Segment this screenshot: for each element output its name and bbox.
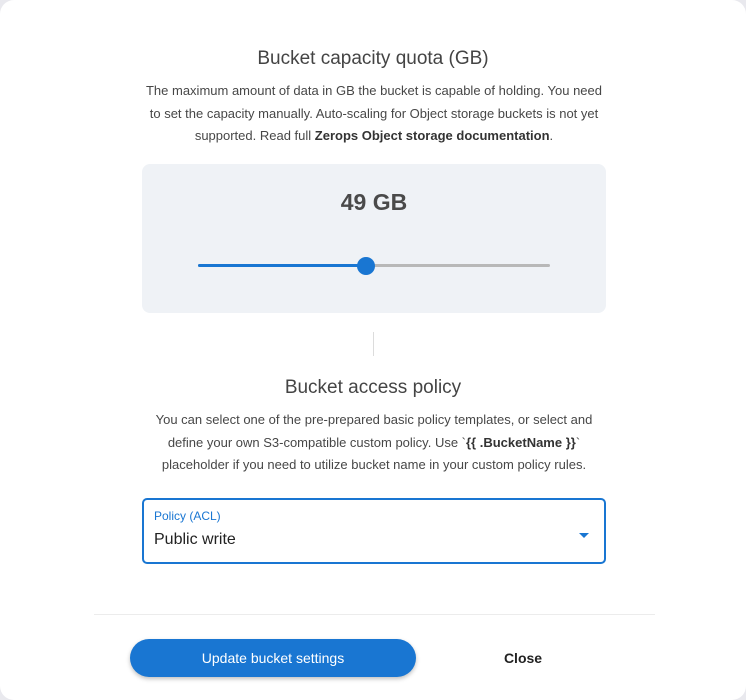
policy-title: Bucket access policy <box>284 377 462 398</box>
footer-divider <box>94 614 655 615</box>
slider-track-fill <box>198 264 367 267</box>
quota-description: The maximum amount of data in GB the buc… <box>143 80 605 148</box>
quota-slider[interactable] <box>198 256 550 276</box>
policy-select-label: Policy (ACL) <box>154 509 221 523</box>
bucketname-placeholder-code: {{ .BucketName }} <box>466 434 576 450</box>
chevron-down-icon[interactable] <box>579 533 589 538</box>
quota-value: 49 GB <box>340 189 408 215</box>
policy-select-value: Public write <box>154 531 236 548</box>
quota-title: Bucket capacity quota (GB) <box>257 48 489 69</box>
documentation-link[interactable]: Zerops Object storage documentation <box>315 128 550 143</box>
update-bucket-settings-button[interactable]: Update bucket settings <box>130 639 416 677</box>
section-divider <box>373 332 374 356</box>
slider-thumb[interactable] <box>357 257 376 275</box>
close-button[interactable]: Close <box>450 639 596 677</box>
quota-description-text-2: . <box>549 128 554 143</box>
policy-description: You can select one of the pre-prepared b… <box>143 409 605 477</box>
quota-panel: 49 GB <box>142 164 606 313</box>
policy-select[interactable]: Policy (ACL) Public write <box>142 498 606 564</box>
bucket-settings-dialog: Bucket capacity quota (GB) The maximum a… <box>0 0 746 700</box>
